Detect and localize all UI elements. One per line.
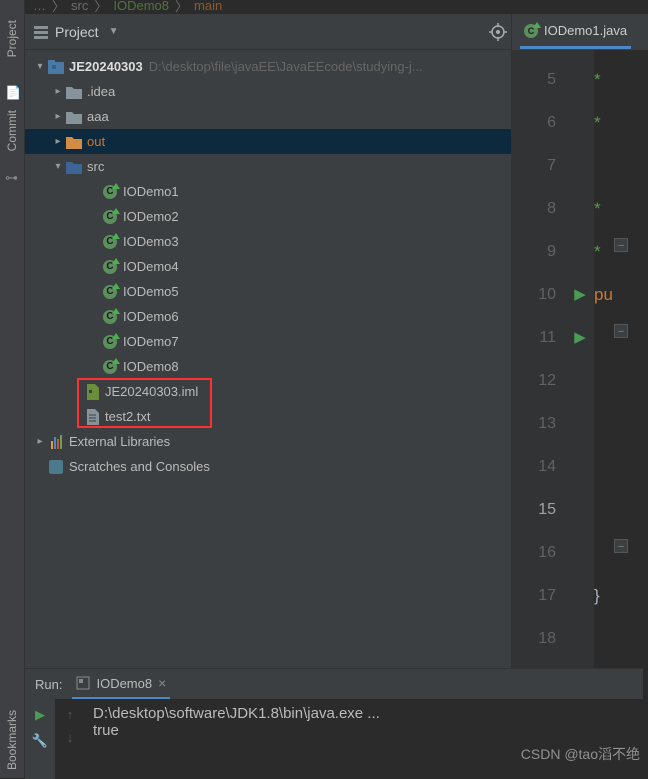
tree-class[interactable]: CIODemo4: [25, 254, 511, 279]
project-icon: [33, 24, 49, 40]
folder-icon: [66, 85, 82, 99]
class-icon: C: [103, 210, 117, 224]
src-folder-icon: [66, 160, 82, 174]
fold-mark-icon[interactable]: –: [614, 238, 628, 252]
gutter-icons: ▶ ▶: [566, 50, 594, 668]
class-icon: C: [103, 360, 117, 374]
breadcrumb: …〉src〉 IODemo8〉 main: [25, 0, 230, 10]
wrench-icon[interactable]: 🔧: [32, 733, 48, 749]
commit-icon: ⊶: [5, 170, 18, 186]
text-file-icon: [85, 409, 99, 425]
file-icon: 📄: [5, 85, 21, 101]
project-tree: ▾ JE20240303 D:\desktop\file\javaEE\Java…: [25, 50, 511, 668]
folder-icon: [66, 110, 82, 124]
project-view-selector[interactable]: Project ▼: [33, 24, 118, 40]
tree-root[interactable]: ▾ JE20240303 D:\desktop\file\javaEE\Java…: [25, 54, 511, 79]
run-title: Run:: [35, 677, 62, 692]
tree-folder-aaa[interactable]: ▸ aaa: [25, 104, 511, 129]
tree-class[interactable]: CIODemo5: [25, 279, 511, 304]
iml-file-icon: [85, 384, 99, 400]
arrow-up-icon[interactable]: ↑: [67, 707, 74, 722]
tree-class[interactable]: CIODemo1: [25, 179, 511, 204]
folder-icon: [66, 135, 82, 149]
tree-folder-idea[interactable]: ▸ .idea: [25, 79, 511, 104]
libraries-icon: [51, 435, 62, 449]
tree-file-iml[interactable]: JE20240303.iml: [25, 379, 511, 404]
rail-project[interactable]: Project: [5, 20, 19, 57]
class-icon: C: [103, 285, 117, 299]
class-icon: C: [524, 24, 538, 38]
tree-class[interactable]: CIODemo2: [25, 204, 511, 229]
class-icon: C: [103, 335, 117, 349]
tree-folder-src[interactable]: ▾ src: [25, 154, 511, 179]
run-config-icon: [76, 676, 90, 690]
module-icon: [48, 60, 64, 74]
fold-mark-icon[interactable]: –: [614, 539, 628, 553]
target-icon[interactable]: [489, 23, 507, 41]
run-console[interactable]: D:\desktop\software\JDK1.8\bin\java.exe …: [85, 699, 643, 779]
editor-gutter: 56789101112131415161718: [512, 50, 566, 668]
fold-mark-icon[interactable]: –: [614, 324, 628, 338]
class-icon: C: [103, 260, 117, 274]
run-tab[interactable]: IODemo8 ×: [72, 669, 170, 699]
arrow-down-icon[interactable]: ↓: [67, 730, 74, 745]
tree-class[interactable]: CIODemo7: [25, 329, 511, 354]
watermark: CSDN @tao滔不绝: [521, 744, 640, 764]
editor-tabs: C IODemo1.java: [511, 14, 648, 50]
close-icon[interactable]: ×: [158, 675, 166, 691]
tree-file-test2[interactable]: test2.txt: [25, 404, 511, 429]
run-gutter-icon[interactable]: ▶: [566, 316, 594, 359]
code-area[interactable]: * * * * pu }: [594, 50, 648, 668]
rail-commit[interactable]: Commit: [5, 110, 19, 151]
rail-bookmarks[interactable]: Bookmarks: [5, 710, 19, 770]
class-icon: C: [103, 310, 117, 324]
tree-class[interactable]: CIODemo8: [25, 354, 511, 379]
chevron-down-icon: ▼: [109, 26, 119, 37]
run-play-icon[interactable]: ▶: [35, 707, 45, 723]
tree-class[interactable]: CIODemo3: [25, 229, 511, 254]
scratches-icon: [49, 460, 63, 474]
tree-scratches[interactable]: Scratches and Consoles: [25, 454, 511, 479]
run-toolbar: ▶ 🔧: [25, 699, 55, 779]
collapse-arrow-icon: ▸: [51, 86, 65, 97]
code-editor[interactable]: 56789101112131415161718 ▶ ▶ * * * * pu }…: [511, 50, 648, 668]
run-gutter-icon[interactable]: ▶: [566, 273, 594, 316]
expand-arrow-icon: ▾: [33, 61, 47, 72]
tree-ext-libraries[interactable]: ▸ External Libraries: [25, 429, 511, 454]
tree-folder-out[interactable]: ▸ out: [25, 129, 511, 154]
editor-tab-active[interactable]: C IODemo1.java: [520, 15, 631, 49]
tree-class[interactable]: CIODemo6: [25, 304, 511, 329]
class-icon: C: [103, 235, 117, 249]
class-icon: C: [103, 185, 117, 199]
